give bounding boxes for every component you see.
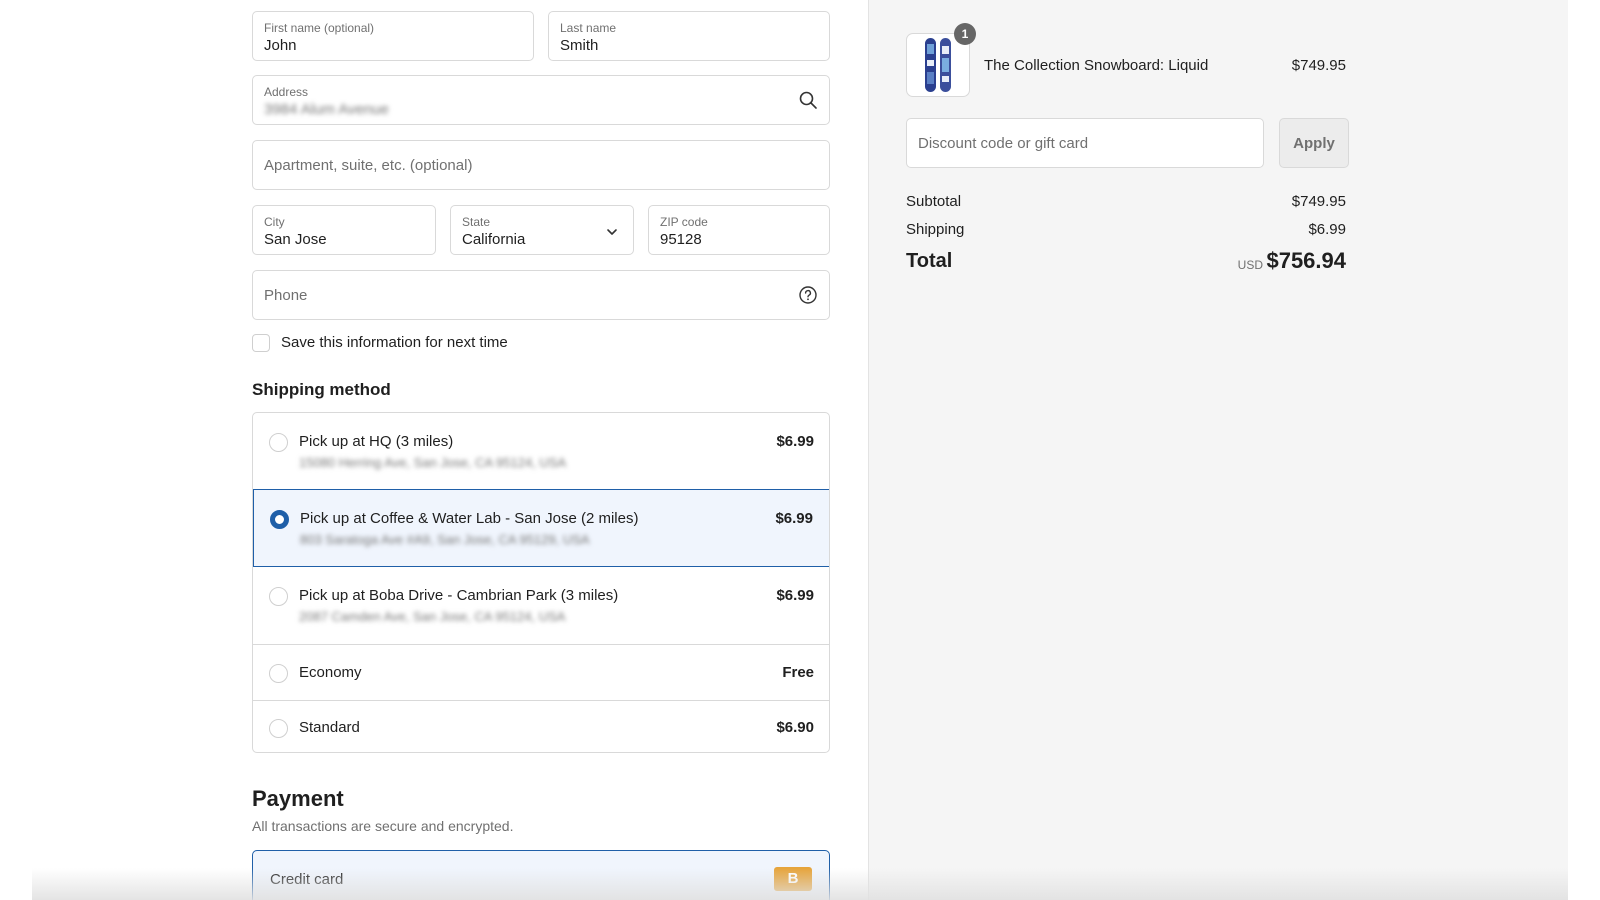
- address-label: Address: [264, 85, 309, 99]
- save-info-label: Save this information for next time: [281, 334, 508, 351]
- currency-label: USD: [1237, 258, 1263, 272]
- apartment-placeholder: Apartment, suite, etc. (optional): [264, 157, 473, 174]
- credit-card-option[interactable]: Credit card B: [252, 850, 830, 900]
- shipping-option-economy[interactable]: Economy Free: [253, 644, 829, 700]
- help-circle-icon[interactable]: [798, 285, 818, 305]
- shipping-option-title: Pick up at Coffee & Water Lab - San Jose…: [300, 510, 639, 527]
- shipping-option-title: Standard: [299, 719, 360, 736]
- shipping-option-hq[interactable]: Pick up at HQ (3 miles) 15080 Herring Av…: [253, 413, 829, 490]
- first-name-label: First name (optional): [264, 21, 375, 35]
- state-label: State: [462, 215, 491, 229]
- quantity-badge: 1: [954, 23, 976, 45]
- state-select[interactable]: State California: [450, 205, 634, 255]
- page-edge: [1568, 0, 1600, 900]
- apply-button[interactable]: Apply: [1279, 118, 1349, 168]
- checkout-page: First name (optional) John Last name Smi…: [0, 0, 1600, 900]
- shipping-option-price: $6.90: [776, 719, 814, 736]
- total-label: Total: [906, 250, 953, 272]
- radio-button[interactable]: [269, 433, 288, 452]
- shipping-option-address: 2087 Camden Ave, San Jose, CA 95124, USA: [299, 609, 566, 624]
- payment-title: Payment: [252, 786, 344, 811]
- shipping-option-price: $6.99: [776, 587, 814, 604]
- shipping-option-price: $6.99: [776, 433, 814, 450]
- discount-field[interactable]: [906, 118, 1264, 168]
- subtotal-label: Subtotal: [906, 193, 962, 210]
- shipping-label: Shipping: [906, 221, 965, 238]
- shipping-option-price: Free: [782, 664, 814, 681]
- last-name-value: Smith: [560, 37, 599, 54]
- chevron-down-icon: [602, 222, 622, 242]
- shipping-option-coffee-water-lab[interactable]: Pick up at Coffee & Water Lab - San Jose…: [253, 489, 829, 567]
- shipping-option-title: Pick up at Boba Drive - Cambrian Park (3…: [299, 587, 619, 604]
- first-name-field[interactable]: First name (optional) John: [252, 11, 534, 61]
- radio-button-selected[interactable]: [270, 510, 289, 529]
- shipping-option-price: $6.99: [775, 510, 813, 527]
- shipping-option-title: Pick up at HQ (3 miles): [299, 433, 454, 450]
- discount-input[interactable]: [907, 119, 1263, 167]
- credit-card-label: Credit card: [270, 871, 344, 888]
- product-name: The Collection Snowboard: Liquid: [984, 57, 1209, 74]
- search-icon[interactable]: [798, 90, 818, 110]
- first-name-value: John: [264, 37, 297, 54]
- city-field[interactable]: City San Jose: [252, 205, 436, 255]
- address-value: 3984 Alum Avenue: [264, 101, 389, 118]
- phone-field[interactable]: Phone: [252, 270, 830, 320]
- state-value: California: [462, 231, 526, 248]
- shipping-method-title: Shipping method: [252, 380, 391, 399]
- city-label: City: [264, 215, 285, 229]
- shipping-option-standard[interactable]: Standard $6.90: [253, 700, 829, 752]
- save-info-checkbox[interactable]: [252, 334, 270, 352]
- zip-field[interactable]: ZIP code 95128: [648, 205, 830, 255]
- product-price: $749.95: [1291, 57, 1346, 74]
- subtotal-value: $749.95: [1291, 193, 1346, 210]
- shipping-option-address: 15080 Herring Ave, San Jose, CA 95124, U…: [299, 455, 567, 470]
- zip-value: 95128: [660, 231, 702, 248]
- payment-subtitle: All transactions are secure and encrypte…: [252, 818, 514, 834]
- total-value: $756.94: [1266, 248, 1346, 273]
- last-name-field[interactable]: Last name Smith: [548, 11, 830, 61]
- radio-button[interactable]: [269, 664, 288, 683]
- card-brand-icon: B: [774, 867, 812, 891]
- radio-button[interactable]: [269, 719, 288, 738]
- phone-placeholder: Phone: [264, 287, 308, 304]
- shipping-option-boba-drive[interactable]: Pick up at Boba Drive - Cambrian Park (3…: [253, 567, 829, 644]
- shipping-options: Pick up at HQ (3 miles) 15080 Herring Av…: [252, 412, 830, 753]
- checkout-form-panel: First name (optional) John Last name Smi…: [0, 0, 868, 900]
- radio-button[interactable]: [269, 587, 288, 606]
- shipping-option-title: Economy: [299, 664, 362, 681]
- shipping-option-address: 803 Saratoga Ave #A9, San Jose, CA 95129…: [300, 532, 590, 547]
- city-value: San Jose: [264, 231, 327, 248]
- apartment-field[interactable]: Apartment, suite, etc. (optional): [252, 140, 830, 190]
- zip-label: ZIP code: [660, 215, 708, 229]
- shipping-value: $6.99: [1308, 221, 1346, 238]
- address-field[interactable]: Address 3984 Alum Avenue: [252, 75, 830, 125]
- last-name-label: Last name: [560, 21, 617, 35]
